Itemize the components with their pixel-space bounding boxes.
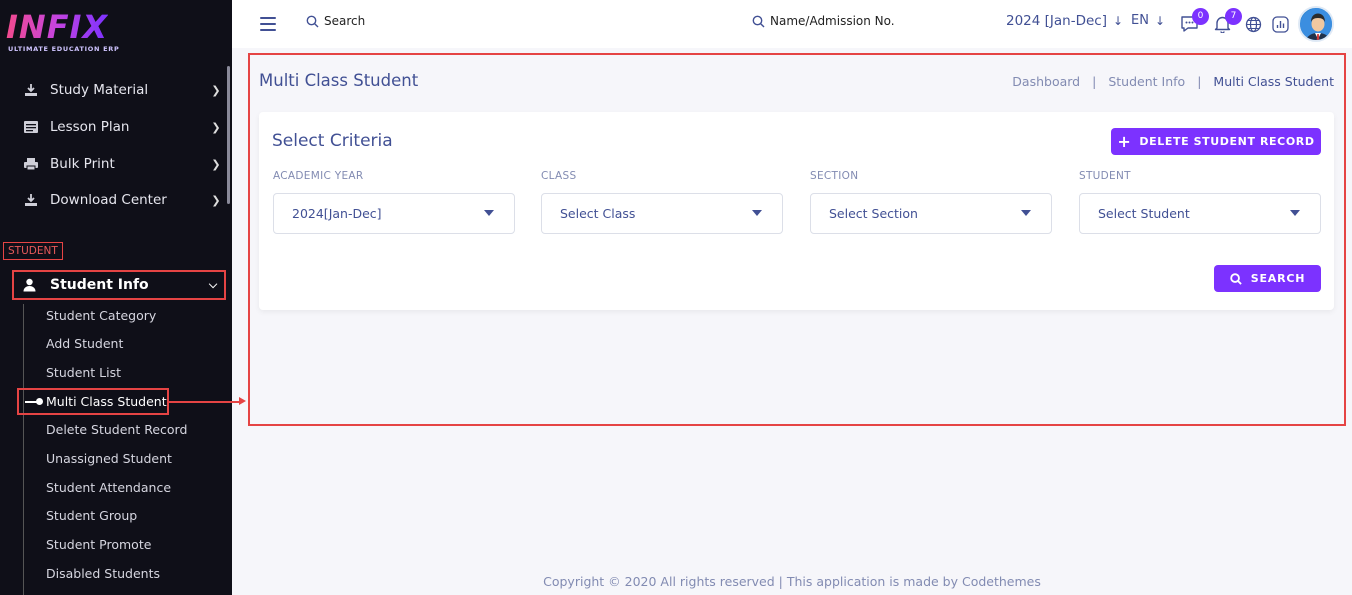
submenu-item-unassigned-student[interactable]: Unassigned Student [46, 449, 172, 469]
sidebar-item-label: Student Info [50, 277, 149, 293]
search-icon [306, 15, 319, 27]
academic-year-value: 2024 [Jan-Dec] [1006, 13, 1107, 29]
sidebar-item-label: Study Material [50, 82, 149, 98]
avatar-image [1300, 8, 1332, 40]
download-icon [12, 193, 50, 207]
delete-student-record-button[interactable]: + DELETE STUDENT RECORD [1111, 128, 1321, 155]
delete-button-label: DELETE STUDENT RECORD [1139, 135, 1315, 148]
sidebar-item-label: Lesson Plan [50, 119, 130, 135]
logo-text: INFIX [6, 8, 109, 46]
class-label: CLASS [541, 170, 577, 182]
list-icon [12, 121, 50, 133]
arrow-down-icon: ↓ [1113, 14, 1124, 28]
submenu-item-student-list[interactable]: Student List [46, 363, 121, 383]
messages-button[interactable]: 0 [1178, 8, 1209, 35]
chevron-right-icon: ❯ [211, 120, 221, 134]
search-button[interactable]: SEARCH [1214, 265, 1321, 292]
submenu-item-label: Multi Class Student [46, 394, 167, 409]
name-admission-search[interactable]: Name/Admission No. [752, 14, 895, 28]
student-select[interactable]: Select Student [1079, 193, 1321, 234]
submenu-item-disabled-students[interactable]: Disabled Students [46, 564, 160, 584]
section-select-value: Select Section [829, 206, 918, 221]
chart-icon [1271, 15, 1289, 33]
search-label: Search [324, 14, 366, 28]
class-select[interactable]: Select Class [541, 193, 783, 234]
sidebar-item-bulk-print[interactable]: Bulk Print ❯ [12, 148, 226, 180]
download-icon [12, 83, 50, 97]
active-indicator-dot [36, 398, 43, 405]
annotation-arrow-head [239, 397, 246, 405]
submenu-item-add-student[interactable]: Add Student [46, 334, 123, 354]
submenu-item-delete-student-record[interactable]: Delete Student Record [46, 420, 187, 440]
sidebar-item-label: Bulk Print [50, 156, 115, 172]
breadcrumb-separator: | [1197, 74, 1202, 89]
submenu-item-student-category[interactable]: Student Category [46, 306, 156, 326]
sidebar-item-label: Download Center [50, 192, 167, 208]
language-value: EN [1131, 13, 1149, 28]
breadcrumb: Dashboard | Student Info | Multi Class S… [1012, 74, 1334, 89]
caret-down-icon [1290, 210, 1300, 216]
breadcrumb-dashboard[interactable]: Dashboard [1012, 74, 1080, 89]
academic-year-select[interactable]: 2024[Jan-Dec] [273, 193, 515, 234]
arrow-down-icon: ↓ [1154, 13, 1166, 28]
caret-down-icon [1021, 210, 1031, 216]
chevron-right-icon: ❯ [211, 193, 221, 207]
annotation-arrow-line [169, 401, 241, 403]
submenu-item-student-group[interactable]: Student Group [46, 506, 137, 526]
printer-icon [12, 157, 50, 171]
search-icon [752, 15, 765, 27]
chevron-down-icon: ⌵ [208, 278, 218, 291]
caret-down-icon [752, 210, 762, 216]
search-button-label: SEARCH [1250, 272, 1306, 285]
sidebar-item-study-material[interactable]: Study Material ❯ [12, 74, 226, 106]
sidebar-item-lesson-plan[interactable]: Lesson Plan ❯ [12, 111, 226, 143]
submenu-item-multi-class-student[interactable]: Multi Class Student [17, 388, 169, 415]
academic-year-label: ACADEMIC YEAR [273, 170, 364, 182]
submenu-item-student-promote[interactable]: Student Promote [46, 535, 151, 555]
sidebar: INFIX ULTIMATE EDUCATION ERP Study Mater… [0, 0, 232, 595]
search-icon [1230, 272, 1242, 285]
notifications-button[interactable]: 7 [1211, 8, 1242, 35]
notifications-count-badge: 7 [1225, 8, 1242, 25]
hamburger-menu-icon[interactable] [260, 17, 276, 31]
website-button[interactable] [1242, 13, 1264, 35]
logo-tagline: ULTIMATE EDUCATION ERP [8, 45, 120, 53]
search-box[interactable]: Search [306, 14, 365, 28]
class-select-value: Select Class [560, 206, 636, 221]
submenu-guide-line [23, 304, 24, 595]
chevron-right-icon: ❯ [211, 157, 221, 171]
submenu-item-student-attendance[interactable]: Student Attendance [46, 478, 171, 498]
language-selector[interactable]: EN ↓ [1131, 13, 1165, 28]
topbar: Search Name/Admission No. 2024 [Jan-Dec]… [232, 0, 1352, 48]
brand-logo[interactable]: INFIX ULTIMATE EDUCATION ERP [6, 8, 120, 56]
user-avatar[interactable] [1298, 6, 1334, 42]
sidebar-item-student-info[interactable]: Student Info ⌵ [12, 270, 226, 300]
chevron-right-icon: ❯ [211, 83, 221, 97]
breadcrumb-separator: | [1092, 74, 1097, 89]
breadcrumb-current: Multi Class Student [1213, 74, 1334, 89]
breadcrumb-student-info[interactable]: Student Info [1108, 74, 1185, 89]
academic-year-selector[interactable]: 2024 [Jan-Dec] ↓ [1006, 13, 1123, 29]
page-title: Multi Class Student [259, 71, 419, 90]
section-label: SECTION [810, 170, 859, 182]
select-criteria-card: Select Criteria + DELETE STUDENT RECORD … [259, 112, 1334, 310]
sidebar-item-download-center[interactable]: Download Center ❯ [12, 184, 226, 216]
stats-button[interactable] [1269, 13, 1291, 35]
card-title: Select Criteria [272, 131, 393, 151]
caret-down-icon [484, 210, 494, 216]
user-icon [14, 278, 44, 292]
academic-year-select-value: 2024[Jan-Dec] [292, 206, 382, 221]
footer-copyright: Copyright © 2020 All rights reserved | T… [543, 574, 1041, 589]
sidebar-section-label: STUDENT [3, 242, 63, 260]
messages-count-badge: 0 [1192, 8, 1209, 25]
sidebar-scrollbar[interactable] [227, 66, 230, 204]
name-search-label: Name/Admission No. [770, 14, 895, 28]
globe-icon [1245, 16, 1261, 32]
student-select-value: Select Student [1098, 206, 1190, 221]
section-select[interactable]: Select Section [810, 193, 1052, 234]
plus-icon: + [1117, 131, 1132, 151]
student-label: STUDENT [1079, 170, 1131, 182]
